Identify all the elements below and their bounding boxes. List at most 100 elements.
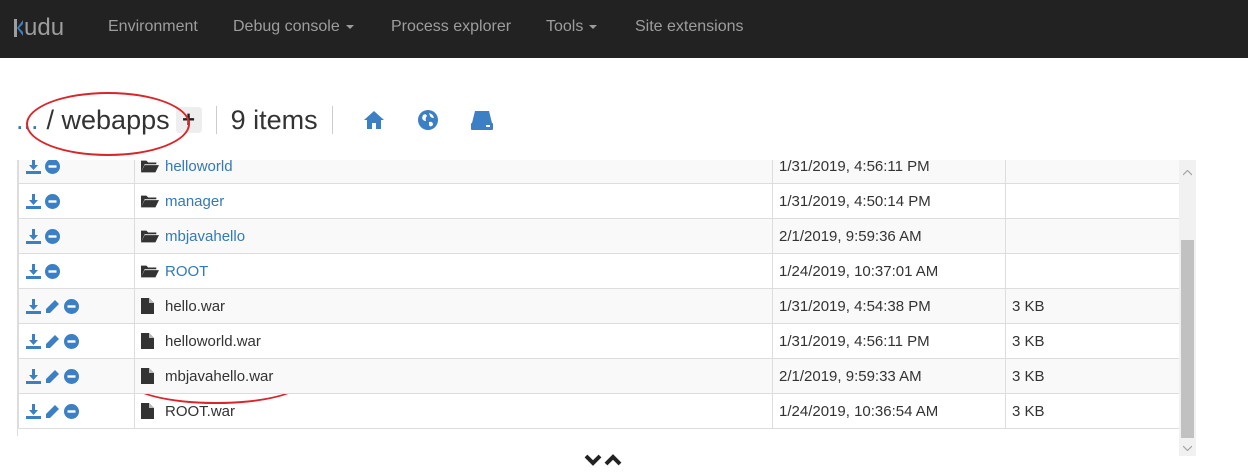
modified-cell: 1/31/2019, 4:56:11 PM [772,160,1006,184]
edit-icon[interactable] [44,333,60,349]
item-count: 9 items [230,104,318,135]
file-name[interactable]: mbjavahello.war [165,368,273,385]
kudu-logo[interactable]: udu [14,14,64,42]
folder-icon [141,193,159,209]
modified-cell: 1/31/2019, 4:50:14 PM [772,183,1006,219]
scrollbar-thumb[interactable] [1181,240,1194,438]
delete-icon[interactable] [44,263,60,279]
name-cell: hello.war [134,288,773,324]
table-row: ROOT.war 1/24/2019, 10:36:54 AM 3 KB [18,393,1180,429]
actions-cell [18,253,135,289]
delete-icon[interactable] [63,368,79,384]
modified-cell: 1/31/2019, 4:54:38 PM [772,288,1006,324]
size-cell [1005,183,1180,219]
download-icon[interactable] [25,193,41,209]
download-icon[interactable] [25,160,41,174]
divider [331,106,333,134]
name-cell: helloworld.war [134,323,773,359]
folder-link[interactable]: helloworld [165,160,233,175]
table-row: mbjavahello 2/1/2019, 9:59:36 AM [18,218,1180,254]
folder-icon [141,228,159,244]
folder-icon [141,160,159,174]
modified-cell: 1/24/2019, 10:37:01 AM [772,253,1006,289]
divider [215,106,217,134]
table-row: mbjavahello.war 2/1/2019, 9:59:33 AM 3 KB [18,358,1180,394]
file-table-container: helloworld 1/31/2019, 4:56:11 PM manager 1/… [17,160,1180,436]
table-row: helloworld.war 1/31/2019, 4:56:11 PM 3 KB [18,323,1180,359]
add-new-button[interactable]: + [175,107,202,133]
nav-tools[interactable]: Tools [546,18,598,36]
scroll-down-icon[interactable] [1179,439,1196,456]
size-cell [1005,160,1180,184]
folder-link[interactable]: mbjavahello [165,228,245,245]
size-cell: 3 KB [1005,393,1180,429]
size-cell: 3 KB [1005,323,1180,359]
caret-down-icon [589,24,598,29]
download-icon[interactable] [25,228,41,244]
actions-cell [18,288,135,324]
kudu-k-icon [14,17,23,39]
download-icon[interactable] [25,298,41,314]
file-name[interactable]: hello.war [165,298,225,315]
actions-cell [18,183,135,219]
delete-icon[interactable] [63,298,79,314]
delete-icon[interactable] [44,193,60,209]
chevron-down-icon[interactable] [584,452,602,468]
modified-cell: 1/24/2019, 10:36:54 AM [772,393,1006,429]
delete-icon[interactable] [63,403,79,419]
brand-label: udu [24,14,65,41]
resize-controls [584,452,622,468]
vertical-scrollbar[interactable] [1179,160,1196,456]
delete-icon[interactable] [63,333,79,349]
table-row: ROOT 1/24/2019, 10:37:01 AM [18,253,1180,289]
download-icon[interactable] [25,333,41,349]
actions-cell [18,218,135,254]
actions-cell [18,160,135,184]
breadcrumb-current-folder: / webapps [46,104,170,135]
nav-environment[interactable]: Environment [108,18,198,36]
folder-icon [141,263,159,279]
file-icon [141,333,159,349]
edit-icon[interactable] [44,298,60,314]
nav-site-extensions[interactable]: Site extensions [635,18,744,36]
size-cell: 3 KB [1005,358,1180,394]
file-icon [141,298,159,314]
folder-link[interactable]: manager [165,193,224,210]
path-toolbar: ... / webapps + 9 items [16,100,509,140]
folder-link[interactable]: ROOT [165,263,208,280]
modified-cell: 1/31/2019, 4:56:11 PM [772,323,1006,359]
file-name[interactable]: helloworld.war [165,333,261,350]
actions-cell [18,393,135,429]
download-icon[interactable] [25,263,41,279]
file-icon [141,368,159,384]
download-icon[interactable] [25,403,41,419]
modified-cell: 2/1/2019, 9:59:33 AM [772,358,1006,394]
modified-cell: 2/1/2019, 9:59:36 AM [772,218,1006,254]
name-cell: mbjavahello.war [134,358,773,394]
download-icon[interactable] [25,368,41,384]
drive-icon[interactable] [469,107,495,133]
actions-cell [18,323,135,359]
name-cell: helloworld [134,160,773,184]
edit-icon[interactable] [44,403,60,419]
breadcrumb-parent-link[interactable]: ... [16,105,39,136]
delete-icon[interactable] [44,228,60,244]
name-cell: ROOT.war [134,393,773,429]
delete-icon[interactable] [44,160,60,174]
caret-down-icon [345,24,354,29]
scroll-up-icon[interactable] [1179,164,1196,181]
file-icon [141,403,159,419]
file-table: helloworld 1/31/2019, 4:56:11 PM manager 1/… [18,160,1180,429]
name-cell: ROOT [134,253,773,289]
name-cell: manager [134,183,773,219]
size-cell [1005,253,1180,289]
edit-icon[interactable] [44,368,60,384]
name-cell: mbjavahello [134,218,773,254]
file-name[interactable]: ROOT.war [165,403,235,420]
nav-debug-console[interactable]: Debug console [233,18,354,36]
size-cell: 3 KB [1005,288,1180,324]
nav-process-explorer[interactable]: Process explorer [391,18,511,36]
home-icon[interactable] [361,107,387,133]
globe-icon[interactable] [415,107,441,133]
chevron-up-icon[interactable] [604,452,622,468]
